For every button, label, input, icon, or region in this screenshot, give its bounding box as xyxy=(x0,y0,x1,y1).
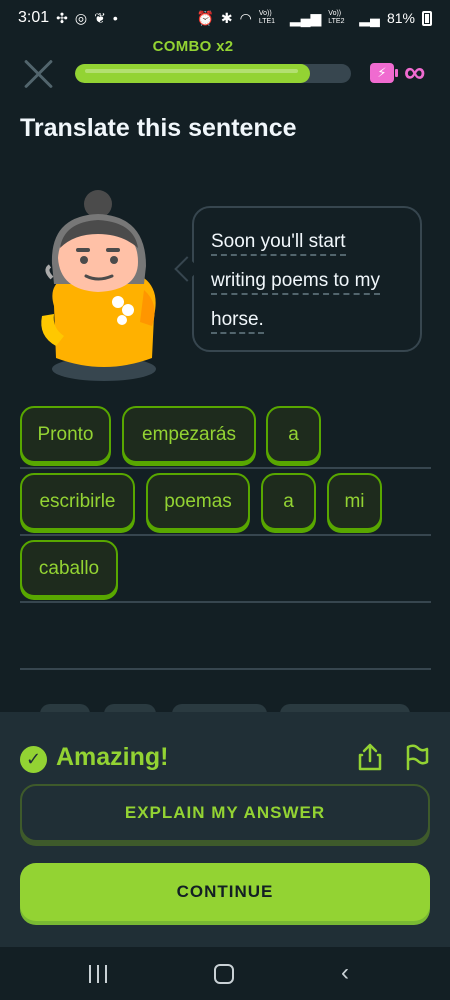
answer-line xyxy=(20,601,431,603)
flag-icon[interactable] xyxy=(404,742,430,772)
recents-icon[interactable] xyxy=(88,965,108,983)
progress-fill xyxy=(75,64,310,83)
answer-chip[interactable]: a xyxy=(261,473,316,530)
network-label-1: Vo)) LTE1 xyxy=(258,10,276,25)
feedback-status: Amazing! xyxy=(56,743,169,771)
answer-line xyxy=(20,668,431,670)
instagram-icon: ◎ xyxy=(74,9,88,26)
answer-chip[interactable]: empezarás xyxy=(122,406,256,463)
network-label-2: Vo)) LTE2 xyxy=(328,10,345,25)
answer-chip[interactable]: caballo xyxy=(20,540,118,597)
lightning-battery-icon[interactable]: ⚡ xyxy=(370,63,398,83)
explain-answer-button[interactable]: EXPLAIN MY ANSWER xyxy=(20,784,430,842)
answer-chip[interactable]: a xyxy=(266,406,321,463)
owl-icon: ❦ xyxy=(94,9,106,26)
answer-chip[interactable]: Pronto xyxy=(20,406,111,463)
character-illustration xyxy=(41,190,156,381)
alarm-icon: ⏰ xyxy=(196,9,214,26)
speech-bubble: Soon you'll start writing poems to my ho… xyxy=(192,206,422,352)
back-icon[interactable]: ‹ xyxy=(341,961,355,985)
continue-button[interactable]: CONTINUE xyxy=(20,863,430,921)
battery-icon xyxy=(422,10,432,26)
signal-icon: ▂▄▆ xyxy=(289,9,322,26)
sentence-line-1[interactable]: Soon you'll start xyxy=(211,222,402,261)
dot-icon: • xyxy=(112,10,118,26)
infinity-icon[interactable]: ∞ xyxy=(404,56,425,90)
close-icon[interactable] xyxy=(22,58,54,90)
pinwheel-icon: ✣ xyxy=(56,9,68,26)
combo-label: COMBO x2 xyxy=(152,38,234,55)
answer-chip[interactable]: mi xyxy=(327,473,382,530)
answer-line xyxy=(20,467,431,469)
status-bar: 3:01 ✣ ◎ ❦ • ⏰ ✱ ◠ Vo)) LTE1 ▂▄▆ Vo)) LT… xyxy=(0,0,450,36)
answer-chip[interactable]: escribirle xyxy=(20,473,135,530)
sentence-line-3[interactable]: horse. xyxy=(211,300,402,339)
page-title: Translate this sentence xyxy=(20,114,297,142)
share-icon[interactable] xyxy=(357,742,383,772)
progress-bar xyxy=(75,64,351,83)
sentence-line-2[interactable]: writing poems to my xyxy=(211,261,402,300)
battery-percent: 81% xyxy=(386,10,415,26)
wifi-icon: ◠ xyxy=(239,9,252,26)
bluetooth-icon: ✱ xyxy=(220,9,233,26)
answer-chip[interactable]: poemas xyxy=(146,473,250,530)
status-time: 3:01 xyxy=(18,9,50,26)
signal-icon: ▂▄ xyxy=(359,9,380,26)
check-icon: ✓ xyxy=(20,746,47,773)
answer-line xyxy=(20,534,431,536)
home-icon[interactable] xyxy=(214,964,234,984)
